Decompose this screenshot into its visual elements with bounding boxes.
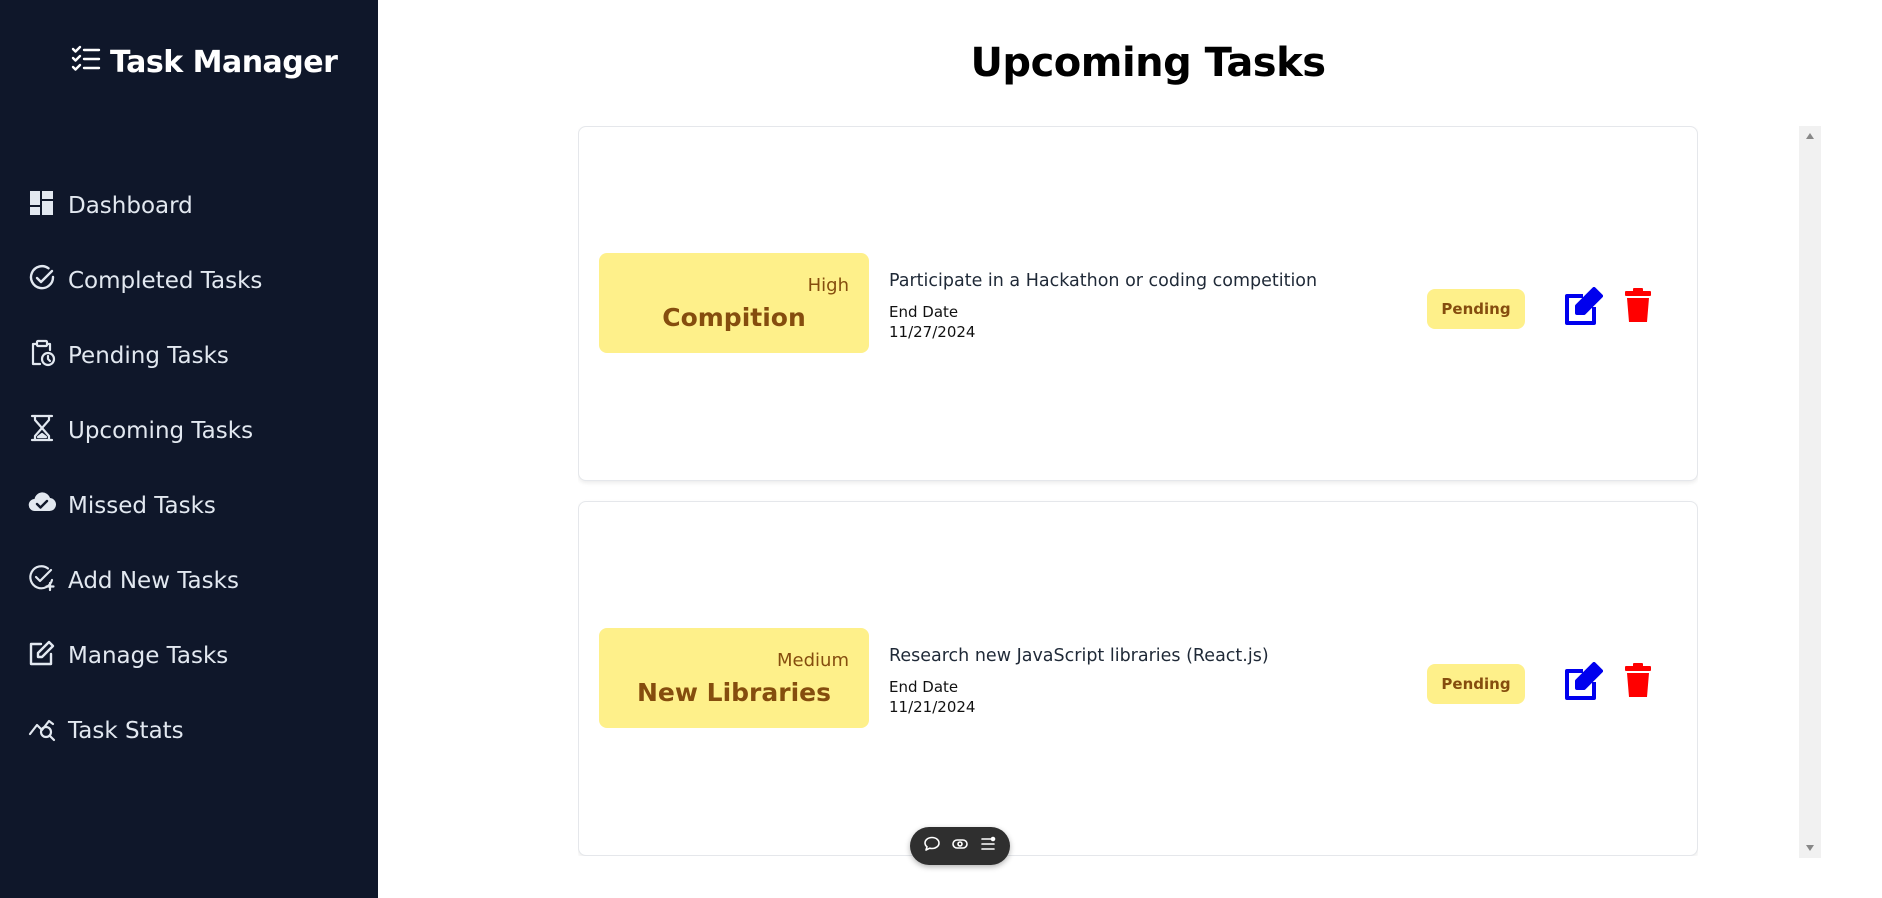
sidebar-item-label: Manage Tasks: [68, 642, 229, 669]
edit-square-icon: [28, 639, 56, 672]
task-priority: High: [807, 275, 849, 296]
scroll-up-arrow-icon[interactable]: [1799, 126, 1821, 146]
task-tag: High Compition: [599, 253, 869, 353]
task-description: Participate in a Hackathon or coding com…: [889, 271, 1318, 291]
scroll-down-arrow-icon[interactable]: [1799, 838, 1821, 858]
task-priority: Medium: [777, 650, 849, 671]
sidebar-item-manage-tasks[interactable]: Manage Tasks: [28, 618, 262, 693]
app-title: Task Manager: [110, 45, 338, 80]
sidebar-item-label: Pending Tasks: [68, 342, 229, 369]
task-description: Research new JavaScript libraries (React…: [889, 646, 1269, 666]
hourglass-icon: [28, 414, 56, 447]
chart-search-icon: [28, 714, 56, 747]
task-card: Medium New Libraries Research new JavaSc…: [578, 501, 1698, 856]
chat-bubble-icon[interactable]: [923, 835, 941, 858]
cloud-check-icon: [28, 489, 57, 522]
end-date-label: End Date: [889, 303, 959, 321]
sidebar-item-label: Upcoming Tasks: [68, 417, 254, 444]
task-list[interactable]: High Compition Participate in a Hackatho…: [578, 126, 1698, 856]
scrollbar[interactable]: [1799, 126, 1821, 858]
brand[interactable]: Task Manager: [70, 44, 338, 81]
status-badge: Pending: [1427, 289, 1525, 329]
page-title: Upcoming Tasks: [970, 40, 1326, 86]
task-tag: Medium New Libraries: [599, 628, 869, 728]
task-info: Participate in a Hackathon or coding com…: [889, 271, 1317, 341]
delete-button[interactable]: [1625, 288, 1651, 322]
task-card: High Compition Participate in a Hackatho…: [578, 126, 1698, 481]
end-date-value: 11/21/2024: [889, 698, 976, 716]
check-plus-icon: [28, 564, 56, 597]
sidebar: Task Manager Dashboard Completed Tasks P…: [0, 0, 378, 898]
check-circle-icon: [28, 264, 56, 297]
trash-icon: [1625, 288, 1651, 326]
delete-button[interactable]: [1625, 663, 1651, 697]
floating-toolbar: [910, 827, 1010, 865]
trash-icon: [1625, 663, 1651, 701]
edit-button[interactable]: [1563, 662, 1603, 702]
sidebar-item-dashboard[interactable]: Dashboard: [28, 168, 262, 243]
sidebar-item-add-new-tasks[interactable]: Add New Tasks: [28, 543, 262, 618]
eye-icon[interactable]: [951, 835, 969, 858]
sidebar-nav: Dashboard Completed Tasks Pending Tasks …: [28, 168, 262, 768]
list-settings-icon[interactable]: [979, 835, 997, 858]
edit-icon: [1563, 662, 1603, 706]
edit-button[interactable]: [1563, 287, 1603, 327]
sidebar-item-missed-tasks[interactable]: Missed Tasks: [28, 468, 262, 543]
sidebar-item-upcoming-tasks[interactable]: Upcoming Tasks: [28, 393, 262, 468]
end-date-label: End Date: [889, 678, 959, 696]
sidebar-item-label: Missed Tasks: [68, 492, 216, 519]
app: Task Manager Dashboard Completed Tasks P…: [0, 0, 1882, 898]
status-badge: Pending: [1427, 664, 1525, 704]
sidebar-item-completed-tasks[interactable]: Completed Tasks: [28, 243, 262, 318]
sidebar-item-label: Dashboard: [68, 192, 193, 219]
dashboard-icon: [28, 189, 56, 222]
end-date-value: 11/27/2024: [889, 323, 976, 341]
sidebar-item-task-stats[interactable]: Task Stats: [28, 693, 262, 768]
sidebar-item-label: Add New Tasks: [68, 567, 239, 594]
task-title: Compition: [662, 303, 806, 332]
sidebar-item-pending-tasks[interactable]: Pending Tasks: [28, 318, 262, 393]
sidebar-item-label: Completed Tasks: [68, 267, 263, 294]
sidebar-item-label: Task Stats: [68, 717, 184, 744]
task-info: Research new JavaScript libraries (React…: [889, 646, 1269, 716]
main-content: Upcoming Tasks High Compition Participat…: [378, 0, 1882, 898]
checklist-icon: [70, 44, 102, 81]
task-title: New Libraries: [636, 678, 831, 707]
clipboard-clock-icon: [28, 339, 56, 372]
edit-icon: [1563, 287, 1603, 331]
